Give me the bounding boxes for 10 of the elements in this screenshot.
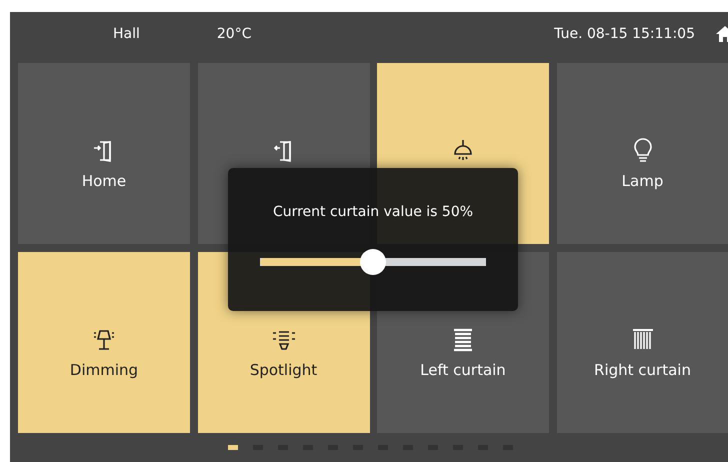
scene-tile[interactable]: Right curtain xyxy=(556,252,728,433)
scene-tile[interactable]: Lamp xyxy=(556,63,728,244)
slider-thumb[interactable] xyxy=(360,249,386,275)
room-name: Hall xyxy=(113,26,140,42)
scene-tile[interactable]: Home xyxy=(18,63,190,244)
curtain-value-message: Current curtain value is 50% xyxy=(272,204,474,220)
date-time: Tue. 08-15 15:11:05 xyxy=(554,26,695,42)
scene-tile[interactable]: Dimming xyxy=(18,252,190,433)
temperature: 20°C xyxy=(216,26,252,42)
page-indicator[interactable] xyxy=(228,445,238,450)
